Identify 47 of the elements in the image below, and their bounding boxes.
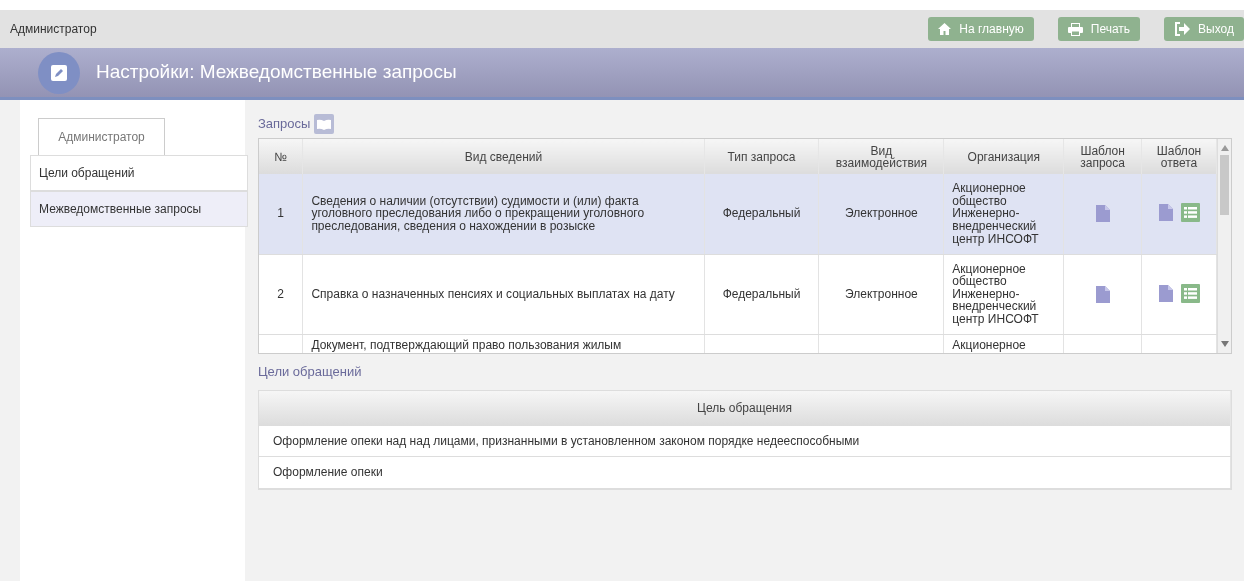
table-cell: Справка о назначенных пенсиях и социальных выплатах на дату [311, 286, 675, 301]
table-row[interactable]: 2 Справка о назначенных пенсиях и социальных выплатах на дату Федеральный Электронное Акционерное общество Инженерно-внедренческий центр ИНСОФТ [259, 254, 1217, 334]
table-cell: Акционерное общество Инженерно-внедренческий центр ИНСОФТ [952, 261, 1039, 326]
table-cell: 2 [277, 286, 285, 301]
sidebar-item[interactable]: Цели обращений [30, 155, 248, 191]
exit-icon [1174, 22, 1191, 36]
column-header: Организация [943, 139, 1064, 174]
table-cell: Оформление опеки [273, 465, 383, 480]
printer-icon [1067, 22, 1083, 36]
home-icon [938, 23, 952, 35]
table-cell: Сведения о наличии (отсутствии) судимости и (или) факта уголовного преследования либо о прекращении уголовного преследования, сведения о нахождении в розыске [311, 193, 645, 234]
column-header: Вид сведений [302, 139, 705, 174]
table-cell: Федеральный [722, 286, 801, 301]
section-title: Запросы [258, 115, 311, 134]
sidebar-item[interactable]: Межведомственные запросы [30, 191, 248, 227]
column-header: Шаблон ответа [1141, 139, 1217, 174]
table-cell: Акционерное общество Инженерно-внедренческий центр ИНСОФТ [952, 181, 1039, 246]
table-cell: Акционерное [952, 337, 1026, 352]
edit-icon [38, 51, 80, 94]
table-cell: Электронное [845, 286, 918, 301]
scroll-down-icon[interactable] [1220, 341, 1229, 347]
column-header: Шаблон запроса [1063, 139, 1142, 174]
table-icon[interactable] [1180, 283, 1200, 303]
scroll-up-icon[interactable] [1220, 145, 1229, 151]
book-icon[interactable] [314, 114, 335, 134]
table-cell: Оформление опеки над над лицами, признанными в установленном законом порядке недееспособными [273, 433, 860, 448]
column-header: Вид взаимодействия [818, 139, 944, 174]
document-icon[interactable] [1095, 205, 1110, 220]
document-icon[interactable] [1095, 286, 1110, 301]
table-row[interactable] [259, 174, 1217, 254]
section-title: Цели обращений [258, 363, 363, 381]
table-cell: Электронное [845, 206, 918, 221]
document-icon[interactable] [1158, 284, 1173, 302]
page-title: Настройки: Межведомственные запросы [96, 60, 457, 85]
column-header: Тип запроса [704, 139, 819, 174]
column-header: Цель обращения [697, 401, 792, 415]
scrollbar[interactable] [1217, 139, 1231, 353]
scroll-thumb[interactable] [1220, 155, 1229, 215]
document-icon[interactable] [1158, 204, 1173, 222]
sidebar-tab[interactable]: Администратор [38, 118, 165, 155]
table-row[interactable]: Документ, подтверждающий право пользования жилым Акционерное [259, 334, 1217, 353]
table-cell: Федеральный [722, 206, 801, 221]
table-icon[interactable] [1180, 203, 1200, 223]
table-cell: Документ, подтверждающий право пользования жилым [311, 337, 622, 352]
column-header: № [259, 139, 303, 174]
table-cell: 1 [277, 206, 285, 221]
user-name: Администратор [10, 21, 97, 38]
